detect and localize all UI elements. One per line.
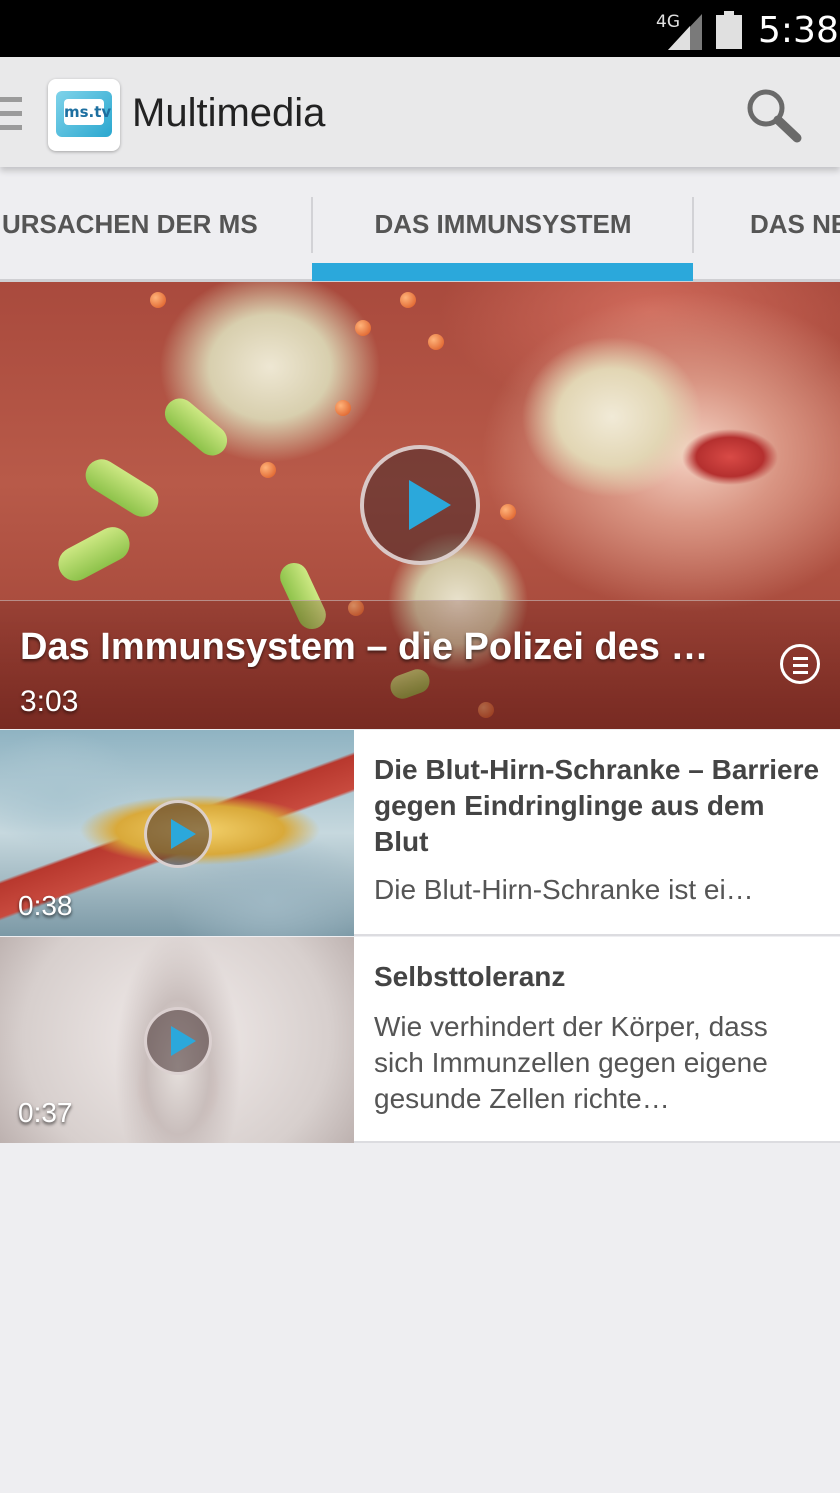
video-thumbnail: 0:37 [0, 937, 354, 1143]
tab-immunsystem[interactable]: DAS IMMUNSYSTEM [313, 197, 693, 252]
play-button[interactable] [360, 445, 480, 565]
video-title: Selbsttoleranz [374, 961, 566, 992]
tab-bar: URSACHEN DER MS DAS IMMUNSYSTEM DAS NE [0, 167, 840, 282]
tab-ursachen[interactable]: URSACHEN DER MS [0, 197, 312, 252]
drawer-menu-icon[interactable] [0, 97, 24, 131]
status-bar: 4G 5:38 [0, 0, 840, 57]
cell-particle [400, 292, 416, 308]
cell-particle [150, 292, 166, 308]
bacteria-illustration [79, 453, 165, 523]
clock: 5:38 [758, 10, 839, 51]
video-title: Die Blut-Hirn-Schranke – Barriere gegen … [374, 754, 820, 857]
bacteria-illustration [52, 521, 136, 587]
tab-das-ne[interactable]: DAS NE [694, 197, 840, 252]
video-thumbnail: 0:38 [0, 730, 354, 936]
featured-video-title: Das Immunsystem – die Polizei des … [20, 626, 709, 668]
cell-particle [260, 462, 276, 478]
featured-video-duration: 3:03 [20, 685, 79, 718]
video-list-item[interactable]: 0:37 Selbsttoleranz Wie verhindert der K… [0, 937, 840, 1143]
cell-particle [500, 504, 516, 520]
video-list-item[interactable]: 0:38 Die Blut-Hirn-Schranke – Barriere g… [0, 730, 840, 936]
app-logo[interactable]: ms.tv [48, 79, 120, 151]
action-bar: ms.tv Multimedia [0, 57, 840, 167]
battery-icon [716, 11, 742, 49]
search-icon[interactable] [742, 85, 804, 145]
bacteria-illustration [158, 392, 234, 462]
cell-particle [335, 400, 351, 416]
featured-video[interactable]: Das Immunsystem – die Polizei des … 3:03 [0, 282, 840, 729]
signal-icon [668, 14, 702, 50]
play-icon [171, 1026, 196, 1056]
video-duration: 0:38 [18, 890, 73, 921]
play-icon [409, 480, 451, 530]
page-title: Multimedia [132, 91, 326, 135]
app-logo-text: ms.tv [64, 99, 111, 125]
video-description: Wie verhindert der Körper, dass sich Imm… [374, 1011, 768, 1114]
video-duration: 0:37 [18, 1097, 73, 1128]
play-button[interactable] [144, 1007, 212, 1075]
video-description: Die Blut-Hirn-Schranke ist ei… [374, 874, 754, 905]
cell-particle [355, 320, 371, 336]
play-button[interactable] [144, 800, 212, 868]
details-list-icon[interactable] [780, 644, 820, 684]
play-icon [171, 819, 196, 849]
cell-particle [428, 334, 444, 350]
selected-tab-indicator [312, 263, 693, 281]
